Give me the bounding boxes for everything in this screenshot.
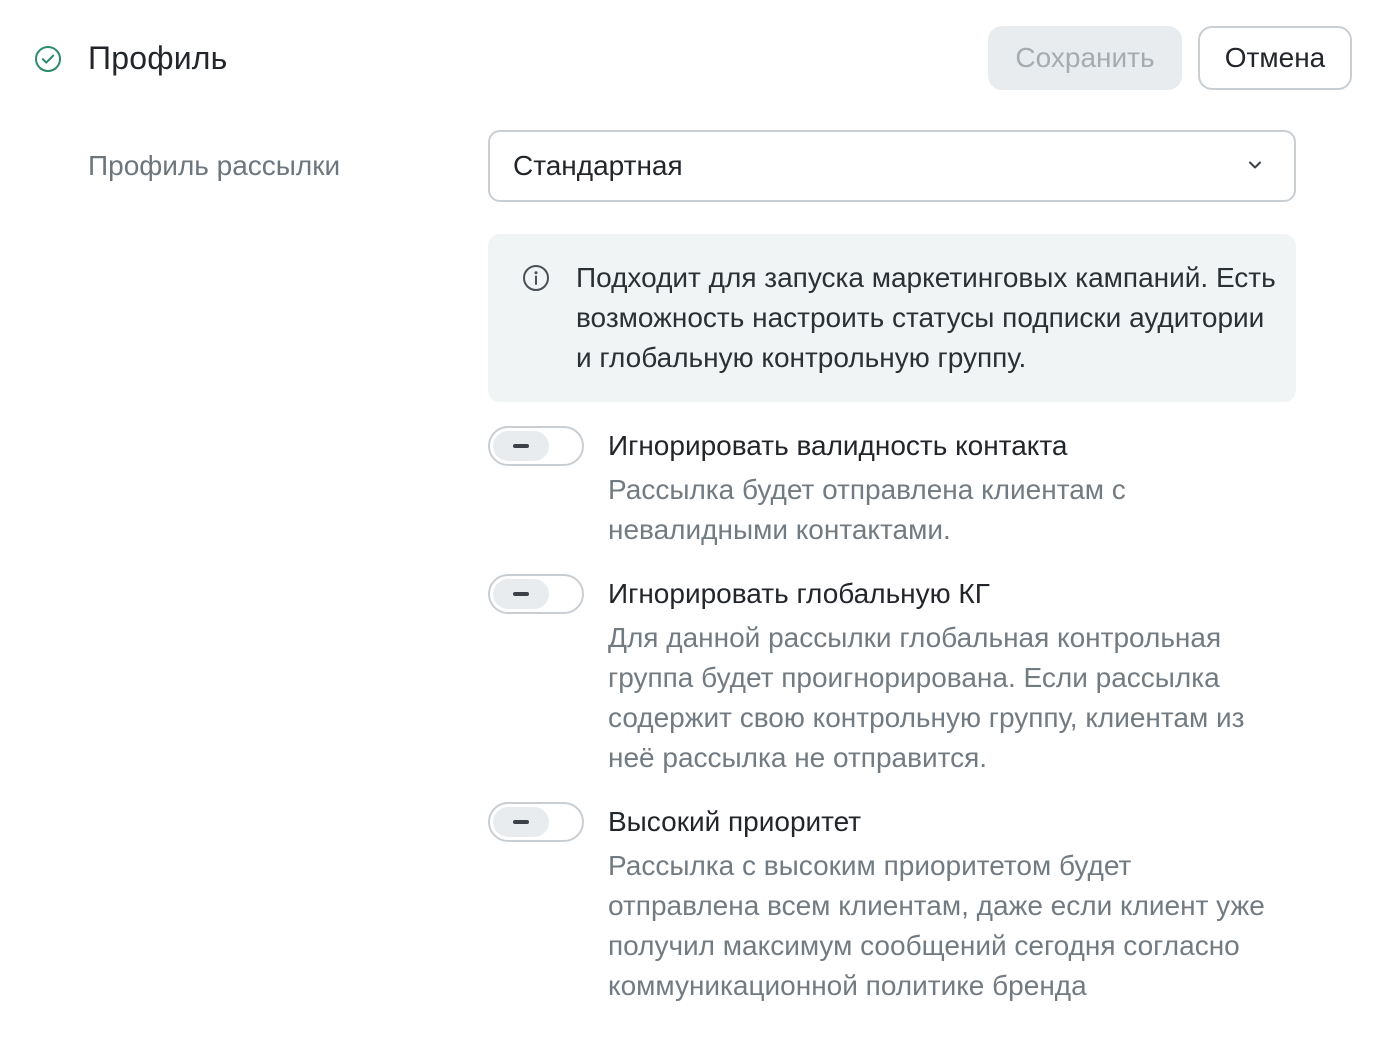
page-title: Профиль — [88, 40, 228, 76]
mailing-profile-label: Профиль рассылки — [88, 150, 341, 181]
toggle-knob — [493, 579, 549, 609]
toggle-title: Игнорировать валидность контакта — [608, 430, 1068, 461]
cancel-button[interactable]: Отмена — [1198, 26, 1352, 90]
info-icon — [522, 264, 550, 292]
toggle-title: Игнорировать глобальную КГ — [608, 578, 990, 609]
minus-icon — [513, 592, 529, 596]
mailing-profile-select[interactable]: Стандартная — [488, 130, 1296, 202]
chevron-down-icon — [1246, 158, 1264, 172]
minus-icon — [513, 444, 529, 448]
ignore-contact-validity-toggle[interactable] — [488, 426, 584, 466]
toggle-description: Рассылка с высоким приоритетом будет отп… — [608, 850, 1265, 1001]
profile-settings-page: Профиль Сохранить Отмена Профиль рассылк… — [0, 0, 1382, 1042]
high-priority-toggle[interactable] — [488, 802, 584, 842]
toggle-knob — [493, 807, 549, 837]
toggle-description: Рассылка будет отправлена клиентам с нев… — [608, 474, 1126, 545]
ignore-global-cg-toggle[interactable] — [488, 574, 584, 614]
toggle-title: Высокий приоритет — [608, 806, 862, 837]
mailing-profile-selected-value: Стандартная — [513, 150, 683, 181]
save-button[interactable]: Сохранить — [988, 26, 1182, 90]
check-circle-icon — [34, 45, 62, 73]
profile-info-box: Подходит для запуска маркетинговых кампа… — [488, 234, 1296, 402]
profile-info-text: Подходит для запуска маркетинговых кампа… — [576, 262, 1276, 373]
minus-icon — [513, 820, 529, 824]
toggle-knob — [493, 431, 549, 461]
toggle-description: Для данной рассылки глобальная контрольн… — [608, 622, 1245, 773]
